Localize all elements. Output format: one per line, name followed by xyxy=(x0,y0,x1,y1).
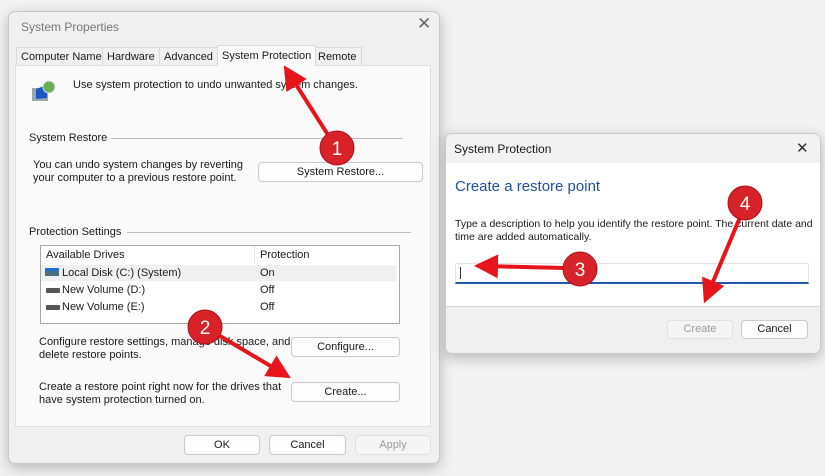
drive-icon xyxy=(46,305,60,310)
tab-computer-name[interactable]: Computer Name xyxy=(16,47,107,66)
table-row[interactable]: New Volume (E:) Off xyxy=(41,299,397,315)
tab-hardware[interactable]: Hardware xyxy=(102,47,160,66)
create-cancel-button[interactable]: Cancel xyxy=(741,320,808,339)
tab-advanced[interactable]: Advanced xyxy=(159,47,218,66)
cancel-button[interactable]: Cancel xyxy=(269,435,346,455)
intro-text: Use system protection to undo unwanted s… xyxy=(73,79,358,91)
protection-settings-label: Protection Settings xyxy=(29,226,122,238)
close-icon[interactable]: ✕ xyxy=(796,139,809,157)
tab-remote[interactable]: Remote xyxy=(313,47,362,66)
title-bar: System Protection ✕ xyxy=(446,134,820,163)
text-line: your computer to a previous restore poin… xyxy=(33,172,237,184)
system-restore-label: System Restore xyxy=(29,132,108,144)
drive-icon xyxy=(46,288,60,293)
text-line: Create a restore point right now for the… xyxy=(39,381,282,393)
text-line: time are added automatically. xyxy=(455,231,592,243)
system-restore-text: You can undo system changes by reverting… xyxy=(33,159,243,185)
tab-system-protection[interactable]: System Protection xyxy=(217,45,317,66)
text-line: delete restore points. xyxy=(39,349,142,361)
drive-protection: On xyxy=(260,267,275,279)
drives-list[interactable]: Available Drives Protection Local Disk (… xyxy=(40,245,400,324)
create-button[interactable]: Create... xyxy=(291,382,400,402)
column-divider xyxy=(254,246,255,264)
close-icon[interactable]: ✕ xyxy=(417,14,431,34)
divider xyxy=(111,138,403,139)
create-confirm-button[interactable]: Create xyxy=(667,320,733,339)
dialog-title: System Properties xyxy=(21,20,120,34)
drive-protection: Off xyxy=(260,284,275,296)
column-header-drives[interactable]: Available Drives xyxy=(46,249,125,261)
create-restore-point-dialog: System Protection ✕ Create a restore poi… xyxy=(445,133,821,354)
windows-drive-icon xyxy=(45,268,59,276)
text-line: have system protection turned on. xyxy=(39,394,205,406)
apply-button[interactable]: Apply xyxy=(355,435,431,455)
dialog-heading: Create a restore point xyxy=(455,178,601,195)
drive-name: New Volume (D:) xyxy=(62,284,146,296)
table-row[interactable]: New Volume (D:) Off xyxy=(41,282,397,298)
drive-name: Local Disk (C:) (System) xyxy=(62,267,182,279)
drive-name: New Volume (E:) xyxy=(62,301,145,313)
description: Type a description to help you identify … xyxy=(455,218,813,244)
text-line: Type a description to help you identify … xyxy=(455,218,813,230)
system-protection-icon xyxy=(30,80,56,104)
text-cursor xyxy=(460,267,461,279)
divider xyxy=(127,232,411,233)
ok-button[interactable]: OK xyxy=(184,435,260,455)
column-header-protection[interactable]: Protection xyxy=(260,249,310,261)
configure-button[interactable]: Configure... xyxy=(291,337,400,357)
description-input[interactable] xyxy=(455,263,809,284)
text-line: Configure restore settings, manage disk … xyxy=(39,336,291,348)
table-row[interactable]: Local Disk (C:) (System) On xyxy=(41,265,397,281)
drive-protection: Off xyxy=(260,301,275,313)
dialog-title: System Protection xyxy=(454,142,552,156)
configure-text: Configure restore settings, manage disk … xyxy=(39,336,290,362)
create-text: Create a restore point right now for the… xyxy=(39,381,281,407)
text-line: You can undo system changes by reverting xyxy=(33,159,243,171)
system-restore-button[interactable]: System Restore... xyxy=(258,162,423,182)
